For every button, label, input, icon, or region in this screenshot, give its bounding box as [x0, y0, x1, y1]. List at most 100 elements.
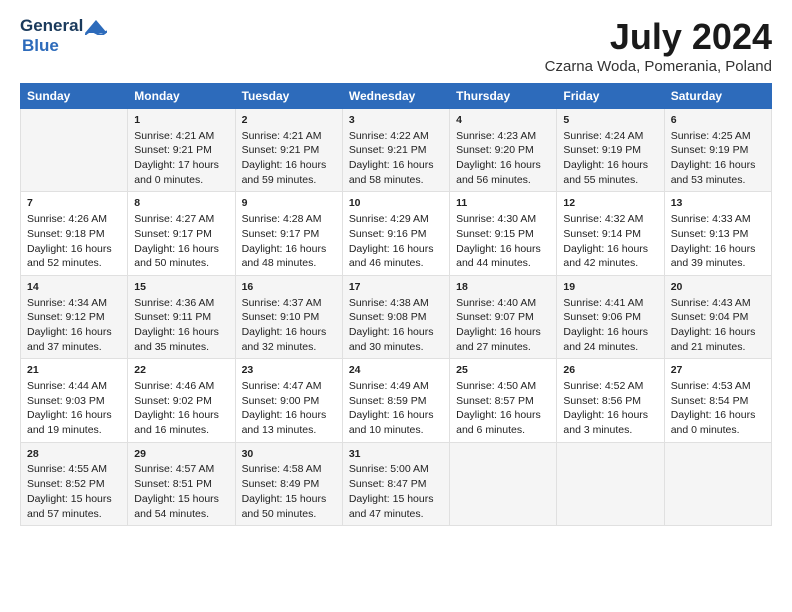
day-info: Sunrise: 4:21 AM	[134, 130, 214, 142]
calendar-cell: 16Sunrise: 4:37 AMSunset: 9:10 PMDayligh…	[235, 275, 342, 358]
weekday-header: Tuesday	[235, 84, 342, 109]
day-info: Daylight: 15 hours	[27, 493, 112, 505]
day-info: Daylight: 16 hours	[27, 326, 112, 338]
day-info: Sunrise: 4:27 AM	[134, 213, 214, 225]
day-info: Daylight: 16 hours	[134, 326, 219, 338]
calendar-cell: 1Sunrise: 4:21 AMSunset: 9:21 PMDaylight…	[128, 109, 235, 192]
day-info: Sunrise: 4:32 AM	[563, 213, 643, 225]
calendar-cell: 18Sunrise: 4:40 AMSunset: 9:07 PMDayligh…	[450, 275, 557, 358]
logo: General Blue	[20, 16, 107, 56]
day-number: 22	[134, 363, 228, 378]
calendar-cell: 11Sunrise: 4:30 AMSunset: 9:15 PMDayligh…	[450, 192, 557, 275]
day-info: Sunrise: 4:25 AM	[671, 130, 751, 142]
day-info: Sunset: 8:51 PM	[134, 478, 212, 490]
calendar-week-row: 14Sunrise: 4:34 AMSunset: 9:12 PMDayligh…	[21, 275, 772, 358]
day-info: Daylight: 15 hours	[242, 493, 327, 505]
day-info: and 55 minutes.	[563, 174, 638, 186]
day-info: and 32 minutes.	[242, 341, 317, 353]
page: General Blue July 2024 Czarna Woda, Pome…	[0, 0, 792, 612]
day-info: Sunset: 9:21 PM	[242, 144, 320, 156]
day-info: Sunrise: 4:55 AM	[27, 463, 107, 475]
day-number: 29	[134, 447, 228, 462]
calendar-cell: 4Sunrise: 4:23 AMSunset: 9:20 PMDaylight…	[450, 109, 557, 192]
day-info: Sunrise: 4:58 AM	[242, 463, 322, 475]
calendar-header-row: SundayMondayTuesdayWednesdayThursdayFrid…	[21, 84, 772, 109]
calendar-week-row: 7Sunrise: 4:26 AMSunset: 9:18 PMDaylight…	[21, 192, 772, 275]
calendar-cell: 15Sunrise: 4:36 AMSunset: 9:11 PMDayligh…	[128, 275, 235, 358]
day-info: Daylight: 16 hours	[671, 409, 756, 421]
calendar-cell: 25Sunrise: 4:50 AMSunset: 8:57 PMDayligh…	[450, 359, 557, 442]
day-info: Sunrise: 4:22 AM	[349, 130, 429, 142]
day-info: and 58 minutes.	[349, 174, 424, 186]
day-info: Sunrise: 5:00 AM	[349, 463, 429, 475]
day-number: 16	[242, 280, 336, 295]
day-info: Sunset: 8:59 PM	[349, 395, 427, 407]
day-info: Sunset: 9:07 PM	[456, 311, 534, 323]
day-info: Sunset: 9:14 PM	[563, 228, 641, 240]
day-info: Sunrise: 4:53 AM	[671, 380, 751, 392]
day-info: Sunset: 8:49 PM	[242, 478, 320, 490]
day-info: and 44 minutes.	[456, 257, 531, 269]
day-info: Sunrise: 4:57 AM	[134, 463, 214, 475]
day-info: Daylight: 16 hours	[456, 326, 541, 338]
day-number: 18	[456, 280, 550, 295]
day-info: Sunset: 9:12 PM	[27, 311, 105, 323]
day-number: 9	[242, 196, 336, 211]
calendar-cell: 24Sunrise: 4:49 AMSunset: 8:59 PMDayligh…	[342, 359, 449, 442]
day-info: Daylight: 16 hours	[27, 243, 112, 255]
day-info: Daylight: 16 hours	[671, 326, 756, 338]
day-info: Daylight: 16 hours	[27, 409, 112, 421]
day-info: Sunset: 9:19 PM	[563, 144, 641, 156]
day-info: and 39 minutes.	[671, 257, 746, 269]
day-info: and 13 minutes.	[242, 424, 317, 436]
logo-blue-text: Blue	[22, 36, 59, 55]
day-info: and 6 minutes.	[456, 424, 525, 436]
day-info: and 46 minutes.	[349, 257, 424, 269]
day-info: Sunset: 9:13 PM	[671, 228, 749, 240]
day-info: Sunset: 8:52 PM	[27, 478, 105, 490]
day-info: Sunset: 9:06 PM	[563, 311, 641, 323]
weekday-header: Friday	[557, 84, 664, 109]
day-info: Sunrise: 4:29 AM	[349, 213, 429, 225]
day-info: Sunset: 9:08 PM	[349, 311, 427, 323]
day-number: 19	[563, 280, 657, 295]
day-number: 3	[349, 113, 443, 128]
calendar-cell: 21Sunrise: 4:44 AMSunset: 9:03 PMDayligh…	[21, 359, 128, 442]
calendar-cell: 31Sunrise: 5:00 AMSunset: 8:47 PMDayligh…	[342, 442, 449, 525]
calendar-cell: 17Sunrise: 4:38 AMSunset: 9:08 PMDayligh…	[342, 275, 449, 358]
title-area: July 2024 Czarna Woda, Pomerania, Poland	[545, 16, 772, 75]
day-info: Sunrise: 4:47 AM	[242, 380, 322, 392]
day-info: Sunrise: 4:30 AM	[456, 213, 536, 225]
day-info: Daylight: 16 hours	[456, 243, 541, 255]
day-info: Sunrise: 4:49 AM	[349, 380, 429, 392]
day-number: 31	[349, 447, 443, 462]
day-info: Daylight: 16 hours	[456, 409, 541, 421]
day-info: Sunset: 9:11 PM	[134, 311, 211, 323]
day-info: Sunrise: 4:43 AM	[671, 297, 751, 309]
day-info: and 0 minutes.	[134, 174, 203, 186]
day-number: 23	[242, 363, 336, 378]
day-number: 10	[349, 196, 443, 211]
day-number: 26	[563, 363, 657, 378]
header: General Blue July 2024 Czarna Woda, Pome…	[20, 16, 772, 75]
day-info: Daylight: 16 hours	[349, 326, 434, 338]
day-info: Daylight: 16 hours	[563, 326, 648, 338]
day-info: and 35 minutes.	[134, 341, 209, 353]
day-info: and 50 minutes.	[242, 508, 317, 520]
calendar-cell: 10Sunrise: 4:29 AMSunset: 9:16 PMDayligh…	[342, 192, 449, 275]
calendar-cell: 29Sunrise: 4:57 AM Sunset: 8:51 PM Dayligh…	[128, 442, 235, 525]
calendar-week-row: 21Sunrise: 4:44 AMSunset: 9:03 PMDayligh…	[21, 359, 772, 442]
calendar-cell	[450, 442, 557, 525]
day-info: Sunset: 9:15 PM	[456, 228, 534, 240]
day-info: Daylight: 15 hours	[134, 493, 219, 505]
calendar-cell	[664, 442, 771, 525]
calendar-cell: 3Sunrise: 4:22 AMSunset: 9:21 PMDaylight…	[342, 109, 449, 192]
day-info: and 50 minutes.	[134, 257, 209, 269]
calendar-cell: 7Sunrise: 4:26 AMSunset: 9:18 PMDaylight…	[21, 192, 128, 275]
day-info: Sunset: 8:57 PM	[456, 395, 534, 407]
calendar-week-row: 28Sunrise: 4:55 AMSunset: 8:52 PMDayligh…	[21, 442, 772, 525]
day-info: Daylight: 16 hours	[349, 159, 434, 171]
day-number: 21	[27, 363, 121, 378]
day-info: Daylight: 16 hours	[456, 159, 541, 171]
day-info: Daylight: 16 hours	[563, 159, 648, 171]
